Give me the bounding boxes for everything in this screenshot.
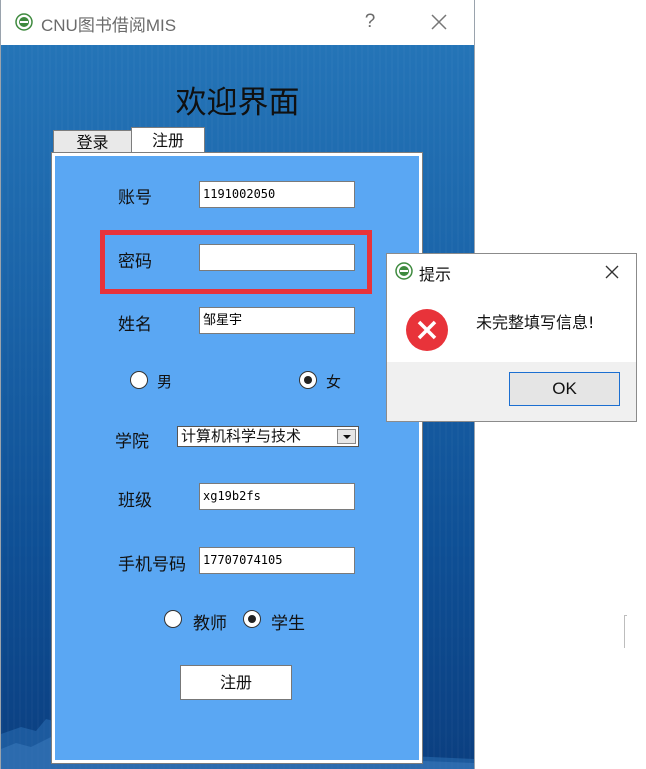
dialog-title: 提示 bbox=[419, 265, 452, 284]
app-logo-icon bbox=[15, 13, 33, 31]
dialog-message: 未完整填写信息! bbox=[476, 313, 595, 332]
name-input[interactable]: 邹星宇 bbox=[199, 307, 355, 334]
gender-female-label: 女 bbox=[326, 373, 342, 391]
close-icon[interactable] bbox=[601, 261, 623, 283]
gender-male-radio[interactable] bbox=[130, 371, 148, 389]
gender-male-label: 男 bbox=[157, 373, 173, 391]
gender-female-radio[interactable] bbox=[299, 371, 317, 389]
tab-register[interactable]: 注册 bbox=[131, 127, 205, 155]
class-label: 班级 bbox=[118, 491, 152, 511]
help-button[interactable]: ? bbox=[358, 9, 382, 35]
phone-label: 手机号码 bbox=[118, 555, 186, 575]
class-input[interactable]: xg19b2fs bbox=[199, 483, 355, 510]
college-select[interactable]: 计算机科学与技术 bbox=[177, 426, 359, 447]
role-student-radio[interactable] bbox=[243, 610, 261, 628]
tab-login[interactable]: 登录 bbox=[53, 130, 132, 154]
app-logo-icon bbox=[395, 262, 413, 280]
role-teacher-radio[interactable] bbox=[164, 610, 182, 628]
account-label: 账号 bbox=[118, 188, 152, 208]
error-icon bbox=[406, 309, 448, 351]
account-input[interactable]: 1191002050 bbox=[199, 181, 355, 208]
chevron-down-icon[interactable] bbox=[337, 429, 356, 444]
close-icon[interactable] bbox=[425, 8, 453, 36]
role-teacher-label: 教师 bbox=[193, 614, 227, 634]
college-select-value: 计算机科学与技术 bbox=[181, 427, 302, 445]
background-window-edge bbox=[624, 615, 627, 648]
role-student-label: 学生 bbox=[271, 614, 305, 634]
phone-input[interactable]: 17707074105 bbox=[199, 547, 355, 574]
name-label: 姓名 bbox=[118, 315, 152, 335]
alert-dialog: 提示 未完整填写信息! OK bbox=[386, 253, 637, 422]
window-title: CNU图书借阅MIS bbox=[41, 16, 177, 35]
college-label: 学院 bbox=[115, 432, 149, 452]
welcome-heading: 欢迎界面 bbox=[175, 85, 300, 121]
password-highlight-box bbox=[100, 230, 372, 294]
ok-button[interactable]: OK bbox=[509, 372, 620, 406]
register-button[interactable]: 注册 bbox=[180, 665, 292, 700]
title-bar: CNU图书借阅MIS ? bbox=[1, 0, 474, 45]
